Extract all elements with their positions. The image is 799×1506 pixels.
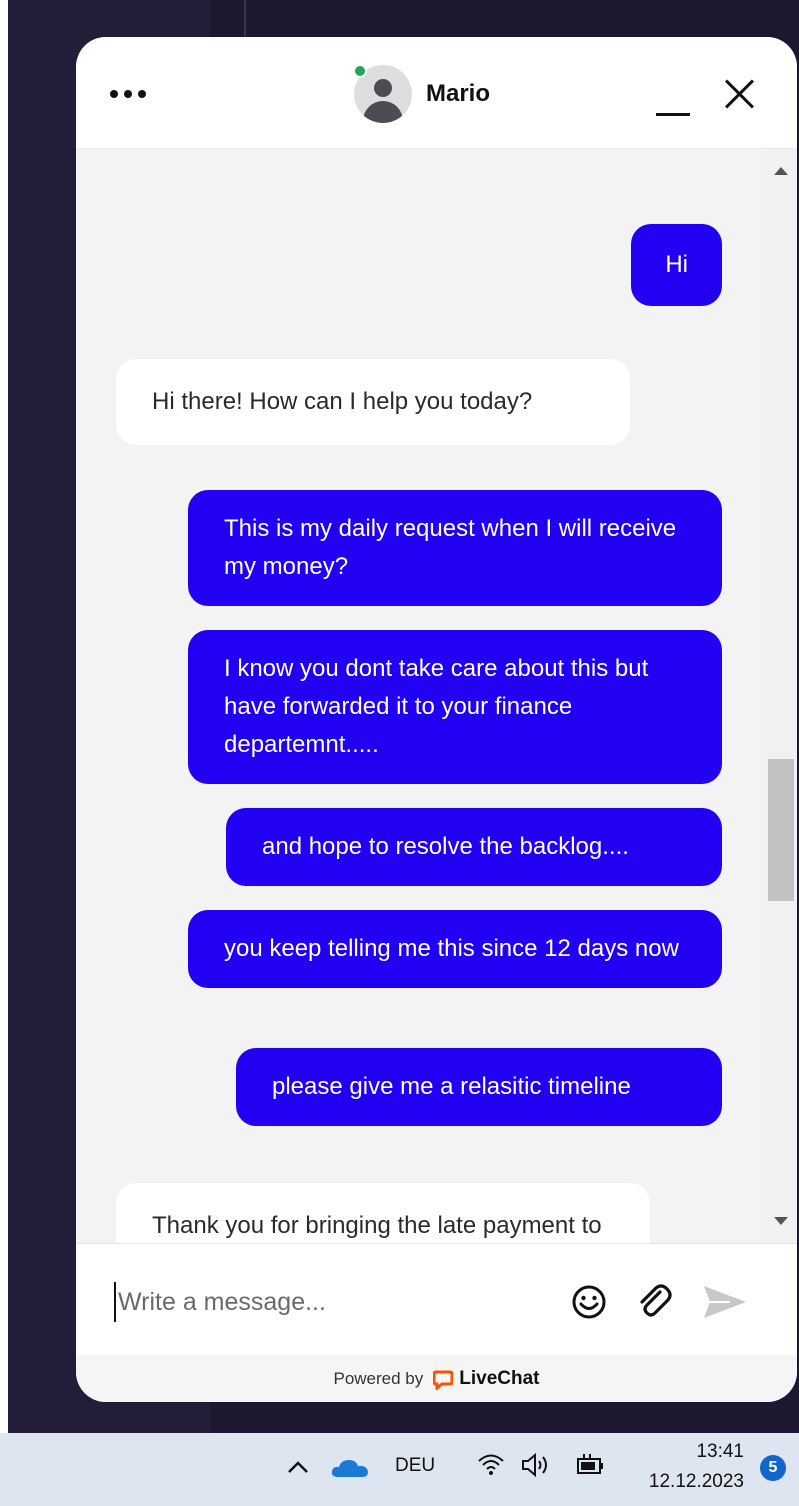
powered-by-footer[interactable]: Powered by LiveChat xyxy=(76,1355,797,1402)
online-status-indicator xyxy=(353,64,367,78)
onedrive-icon[interactable] xyxy=(330,1457,370,1479)
avatar-icon xyxy=(374,79,392,97)
agent-name: Mario xyxy=(426,80,491,107)
menu-dots-icon[interactable] xyxy=(110,79,160,109)
close-icon[interactable] xyxy=(724,79,754,109)
avatar-icon-body xyxy=(363,101,403,123)
notification-badge[interactable]: 5 xyxy=(760,1455,786,1481)
livechat-brand: LiveChat xyxy=(459,1367,540,1389)
chevron-up-icon[interactable] xyxy=(287,1459,309,1475)
chevron-down-icon[interactable] xyxy=(774,1217,788,1225)
speaker-icon[interactable] xyxy=(520,1451,554,1479)
chat-widget: Mario Hi Hi there! How can I help you to… xyxy=(76,37,797,1402)
chat-header: Mario xyxy=(76,37,797,149)
clock-date[interactable]: 12.12.2023 xyxy=(632,1471,744,1493)
message-bubble-outgoing: I know you dont take care about this but… xyxy=(188,630,722,784)
background-window-divider xyxy=(244,0,246,40)
battery-icon[interactable] xyxy=(574,1451,606,1479)
message-bubble-outgoing: Hi xyxy=(631,224,722,306)
livechat-logo-icon xyxy=(432,1370,454,1391)
message-bubble-outgoing: you keep telling me this since 12 days n… xyxy=(188,910,722,988)
message-bubble-outgoing: please give me a relasitic timeline xyxy=(236,1048,722,1126)
agent-info: Mario xyxy=(354,65,490,123)
clock-time[interactable]: 13:41 xyxy=(688,1441,744,1463)
taskbar: DEU 13:41 12.12.2023 5 xyxy=(0,1433,799,1506)
emoji-icon[interactable] xyxy=(571,1284,607,1320)
powered-by-text: Powered by xyxy=(333,1368,424,1388)
minimize-icon[interactable] xyxy=(654,87,690,123)
message-bubble-outgoing: and hope to resolve the backlog.... xyxy=(226,808,722,886)
message-list: Hi Hi there! How can I help you today? T… xyxy=(76,149,766,1243)
wifi-icon[interactable] xyxy=(476,1449,506,1479)
message-bubble-incoming: Thank you for bringing the late payment … xyxy=(116,1183,650,1243)
scrollbar-thumb[interactable] xyxy=(768,759,794,901)
paperclip-icon[interactable] xyxy=(634,1282,674,1322)
message-bubble-incoming: Hi there! How can I help you today? xyxy=(116,359,630,445)
messages-scrollbar[interactable] xyxy=(766,149,797,1243)
message-bubble-outgoing: This is my daily request when I will rec… xyxy=(188,490,722,606)
message-composer xyxy=(76,1243,797,1355)
chevron-up-icon[interactable] xyxy=(774,167,788,175)
desktop-edge xyxy=(0,0,8,1433)
message-input[interactable] xyxy=(114,1282,544,1322)
send-icon[interactable] xyxy=(700,1282,750,1322)
language-indicator[interactable]: DEU xyxy=(395,1455,435,1477)
